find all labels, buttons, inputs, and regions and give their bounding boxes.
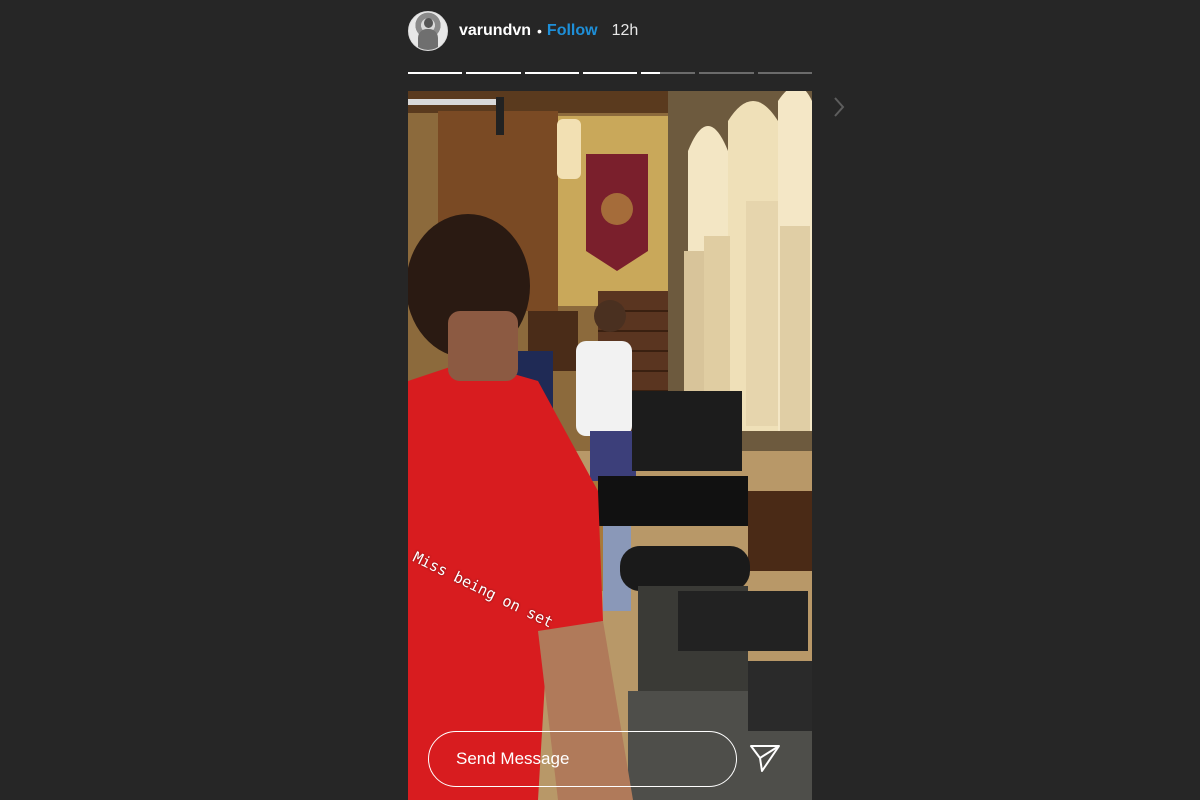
progress-segment — [466, 72, 521, 74]
story-image[interactable] — [408, 91, 812, 800]
avatar-head — [424, 18, 433, 28]
progress-segment — [408, 72, 463, 74]
avatar-torso — [418, 29, 438, 50]
progress-segment-fill — [582, 72, 638, 74]
send-message-placeholder: Send Message — [456, 749, 570, 768]
progress-segment — [641, 72, 696, 74]
separator-dot: • — [537, 23, 542, 39]
progress-segment — [582, 72, 638, 74]
progress-segment — [699, 72, 754, 74]
next-story-chevron-icon[interactable] — [832, 96, 846, 118]
story-progress-bar — [408, 72, 812, 75]
story-timestamp: 12h — [611, 22, 639, 39]
progress-segment-fill — [524, 72, 579, 74]
paper-plane-icon[interactable] — [748, 740, 782, 774]
story-header: varundvn • Follow 12h — [408, 10, 638, 52]
progress-segment-fill — [641, 72, 661, 74]
progress-segment-fill — [408, 72, 463, 74]
progress-segment — [524, 72, 579, 74]
follow-button[interactable]: Follow — [547, 22, 598, 40]
progress-segment-fill — [466, 72, 521, 74]
story-viewer: varundvn • Follow 12h Miss being on set … — [0, 0, 1200, 800]
story-photo — [408, 91, 812, 800]
progress-segment — [757, 72, 812, 74]
send-message-input[interactable]: Send Message — [428, 731, 737, 787]
username[interactable]: varundvn — [459, 22, 531, 40]
avatar[interactable] — [408, 11, 448, 51]
